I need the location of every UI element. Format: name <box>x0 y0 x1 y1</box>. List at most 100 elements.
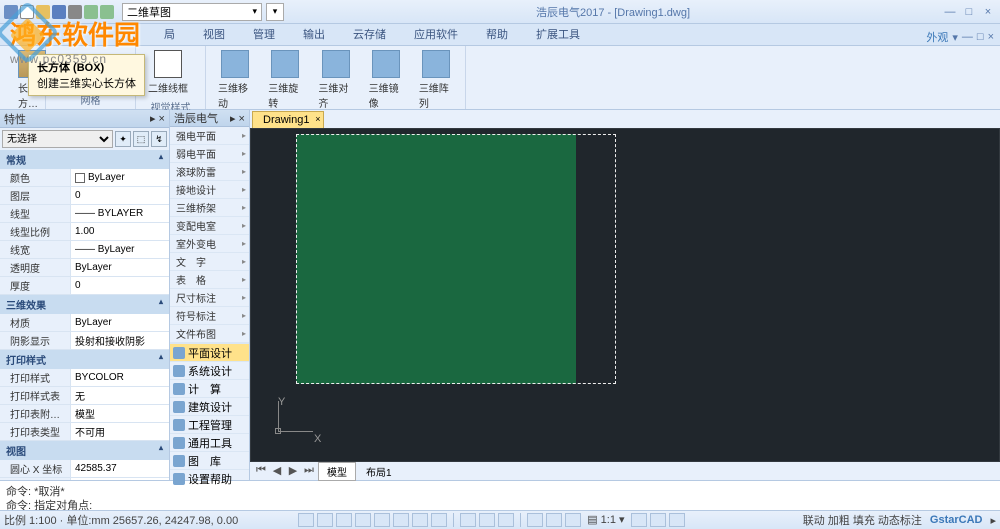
hc-category-item[interactable]: 设置帮助 <box>170 469 249 487</box>
props-section[interactable]: 打印样式 <box>0 350 169 369</box>
status-toggle[interactable] <box>498 513 514 527</box>
tab-first-icon[interactable]: ⏮ <box>254 464 268 478</box>
prop-row[interactable]: 圆心 Y 坐标15783.93 <box>0 478 169 480</box>
save-icon[interactable] <box>52 5 66 19</box>
hc-menu-item[interactable]: 滚球防雷 <box>170 163 249 181</box>
status-toggle[interactable] <box>631 513 647 527</box>
layout1-tab[interactable]: 布局1 <box>358 463 400 480</box>
hc-menu-item[interactable]: 尺寸标注 <box>170 289 249 307</box>
hc-menu-item[interactable]: 表 格 <box>170 271 249 289</box>
prop-row[interactable]: 线宽—— ByLayer <box>0 241 169 259</box>
prop-row[interactable]: 圆心 X 坐标42585.37 <box>0 460 169 478</box>
status-toggle[interactable] <box>546 513 562 527</box>
status-right-links[interactable]: 联动 加粗 填充 动态标注 <box>803 512 922 528</box>
status-toggle[interactable] <box>336 513 352 527</box>
status-toggle[interactable] <box>374 513 390 527</box>
status-toggle[interactable] <box>565 513 581 527</box>
status-arrow-icon[interactable]: ▸ <box>990 514 996 527</box>
prop-row[interactable]: 打印表附…模型 <box>0 405 169 423</box>
model-tab[interactable]: 模型 <box>318 462 356 481</box>
close-button[interactable]: × <box>980 5 996 19</box>
ribbon-tab[interactable]: 输出 <box>289 23 339 45</box>
prop-row[interactable]: 颜色ByLayer <box>0 169 169 187</box>
hc-category-item[interactable]: 通用工具 <box>170 433 249 451</box>
status-toggle[interactable] <box>393 513 409 527</box>
prop-row[interactable]: 阴影显示投射和接收阴影 <box>0 332 169 350</box>
command-line[interactable]: 命令: *取消* 命令: 指定对角点: <box>0 480 1000 510</box>
ribbon-tab[interactable]: 应用软件 <box>400 23 472 45</box>
selection-dropdown[interactable]: 无选择 <box>2 130 113 148</box>
prop-row[interactable]: 图层0 <box>0 187 169 205</box>
hc-menu-item[interactable]: 弱电平面 <box>170 145 249 163</box>
status-toggle[interactable] <box>412 513 428 527</box>
ribbon-tab[interactable]: 扩展工具 <box>522 23 594 45</box>
ribbon-3d-button[interactable]: 三维移动 <box>212 48 258 112</box>
prop-row[interactable]: 透明度ByLayer <box>0 259 169 277</box>
wireframe-button[interactable]: 二维线框 <box>142 48 194 97</box>
props-section[interactable]: 视图 <box>0 441 169 460</box>
hc-menu-item[interactable]: 三维桥架 <box>170 199 249 217</box>
prop-row[interactable]: 线型—— BYLAYER <box>0 205 169 223</box>
drawing-tab[interactable]: Drawing1 <box>252 111 324 128</box>
minimize-button[interactable]: — <box>942 5 958 19</box>
ribbon-3d-button[interactable]: 三维旋转 <box>262 48 308 112</box>
hc-category-item[interactable]: 计 算 <box>170 379 249 397</box>
tab-last-icon[interactable]: ⏭ <box>302 464 316 478</box>
prop-row[interactable]: 打印样式表无 <box>0 387 169 405</box>
canvas[interactable]: YX <box>251 129 999 461</box>
ribbon-tab[interactable]: 帮助 <box>472 23 522 45</box>
redo-icon[interactable] <box>100 5 114 19</box>
status-toggle[interactable] <box>355 513 371 527</box>
props-filter-button[interactable]: ✦ <box>115 131 131 147</box>
tab-prev-icon[interactable]: ◀ <box>270 464 284 478</box>
status-toggle[interactable] <box>650 513 666 527</box>
hc-menu-item[interactable]: 变配电室 <box>170 217 249 235</box>
props-quick-button[interactable]: ↯ <box>151 131 167 147</box>
tab-next-icon[interactable]: ▶ <box>286 464 300 478</box>
hc-menu-item[interactable]: 符号标注 <box>170 307 249 325</box>
status-toggle[interactable] <box>527 513 543 527</box>
workspace-dropdown[interactable]: 二维草图 <box>122 3 262 21</box>
status-toggle[interactable] <box>298 513 314 527</box>
undo-icon[interactable] <box>84 5 98 19</box>
hc-category-item[interactable]: 平面设计 <box>170 343 249 361</box>
hc-menu-item[interactable]: 文件布图 <box>170 325 249 343</box>
hc-menu-item[interactable]: 室外变电 <box>170 235 249 253</box>
props-section[interactable]: 常规 <box>0 150 169 169</box>
hc-category-item[interactable]: 工程管理 <box>170 415 249 433</box>
doc-minimize-button[interactable]: — <box>962 31 973 43</box>
appearance-link[interactable]: 外观 <box>926 29 948 45</box>
hc-category-item[interactable]: 系统设计 <box>170 361 249 379</box>
doc-close-button[interactable]: × <box>988 31 994 43</box>
status-scale[interactable]: ▤ 1:1 ▾ <box>584 513 627 527</box>
ribbon-3d-button[interactable]: 三维镜像 <box>363 48 409 112</box>
ribbon-tab[interactable]: 管理 <box>239 23 289 45</box>
prop-row[interactable]: 线型比例1.00 <box>0 223 169 241</box>
status-toggle[interactable] <box>669 513 685 527</box>
app-menu-icon[interactable] <box>4 5 18 19</box>
hc-menu-item[interactable]: 强电平面 <box>170 127 249 145</box>
print-icon[interactable] <box>68 5 82 19</box>
prop-row[interactable]: 材质ByLayer <box>0 314 169 332</box>
qat-more-dropdown[interactable] <box>266 3 284 21</box>
hc-category-item[interactable]: 图 库 <box>170 451 249 469</box>
status-toggle[interactable] <box>317 513 333 527</box>
open-icon[interactable] <box>36 5 50 19</box>
prop-row[interactable]: 打印表类型不可用 <box>0 423 169 441</box>
props-pick-button[interactable]: ⬚ <box>133 131 149 147</box>
properties-close-icon[interactable]: ▸ × <box>150 112 165 125</box>
hc-menu-item[interactable]: 文 字 <box>170 253 249 271</box>
ribbon-3d-button[interactable]: 三维对齐 <box>312 48 358 112</box>
new-icon[interactable] <box>20 5 34 19</box>
status-toggle[interactable] <box>479 513 495 527</box>
haochen-close-icon[interactable]: ▸ × <box>230 112 245 125</box>
status-toggle[interactable] <box>460 513 476 527</box>
ribbon-tab[interactable]: 局 <box>150 23 189 45</box>
maximize-button[interactable]: □ <box>961 5 977 19</box>
status-toggle[interactable] <box>431 513 447 527</box>
hc-category-item[interactable]: 建筑设计 <box>170 397 249 415</box>
ribbon-tab[interactable]: 云存储 <box>339 23 400 45</box>
ribbon-tab[interactable]: 视图 <box>189 23 239 45</box>
props-section[interactable]: 三维效果 <box>0 295 169 314</box>
hc-menu-item[interactable]: 接地设计 <box>170 181 249 199</box>
